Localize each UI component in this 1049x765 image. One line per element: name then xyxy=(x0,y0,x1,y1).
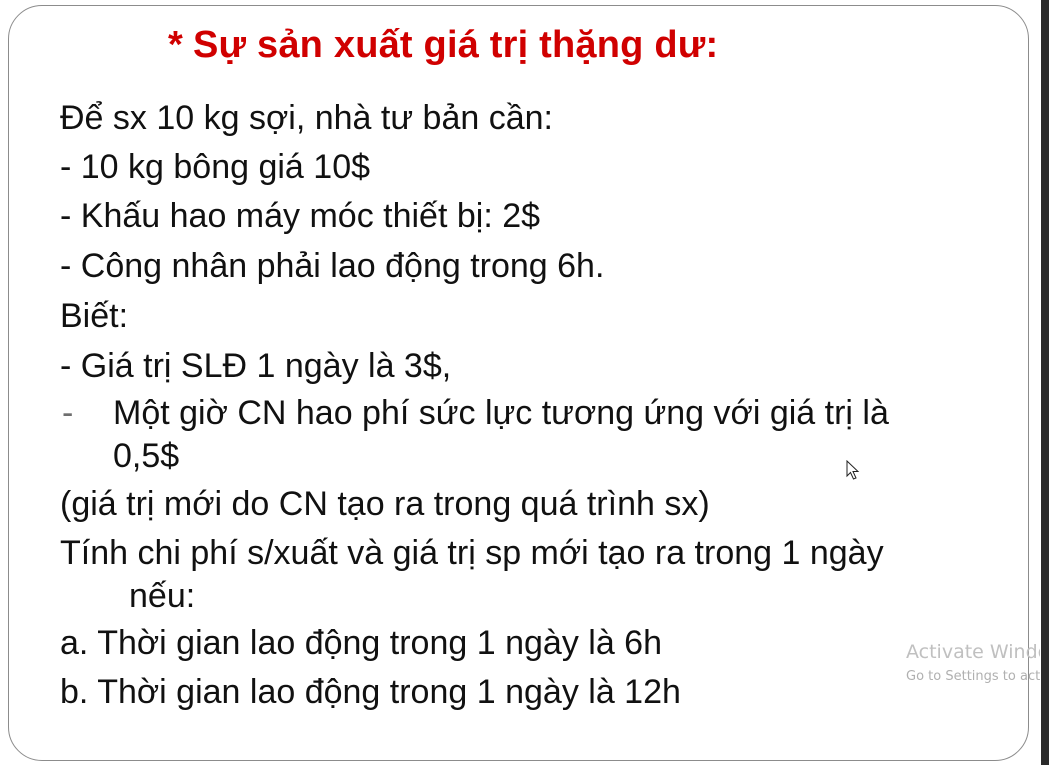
title-text: Sự sản xuất giá trị thặng dư: xyxy=(193,24,719,66)
mouse-pointer-icon xyxy=(846,460,860,480)
case-b-line: b. Thời gian lao động trong 1 ngày là 12… xyxy=(60,673,681,711)
known-label: Biết: xyxy=(60,297,129,335)
question-continuation: nếu: xyxy=(129,577,196,615)
intro-line: Để sx 10 kg sợi, nhà tư bản cần: xyxy=(60,99,553,137)
title-star-icon: * xyxy=(168,24,183,66)
list-bullet: - xyxy=(62,394,74,432)
labor-value-line: - Giá trị SLĐ 1 ngày là 3$, xyxy=(60,347,452,385)
case-a-line: a. Thời gian lao động trong 1 ngày là 6h xyxy=(60,624,662,662)
hourly-value-amount: 0,5$ xyxy=(113,437,180,475)
cotton-line: - 10 kg bông giá 10$ xyxy=(60,148,371,186)
worker-hours-line: - Công nhân phải lao động trong 6h. xyxy=(60,247,605,285)
activate-windows-title: Activate Windows xyxy=(906,641,1040,663)
window-edge xyxy=(1041,0,1049,765)
screen: * Sự sản xuất giá trị thặng dư: Để sx 10 … xyxy=(0,0,1049,765)
new-value-note: (giá trị mới do CN tạo ra trong quá trìn… xyxy=(60,485,710,523)
question-line: Tính chi phí s/xuất và giá trị sp mới tạ… xyxy=(60,534,884,572)
activate-windows-hint[interactable]: Go to Settings to activate Windows. xyxy=(906,669,1040,684)
hourly-value-line: Một giờ CN hao phí sức lực tương ứng với… xyxy=(113,394,889,432)
depreciation-line: - Khấu hao máy móc thiết bị: 2$ xyxy=(60,197,541,235)
slide-title: * Sự sản xuất giá trị thặng dư: xyxy=(168,24,718,67)
